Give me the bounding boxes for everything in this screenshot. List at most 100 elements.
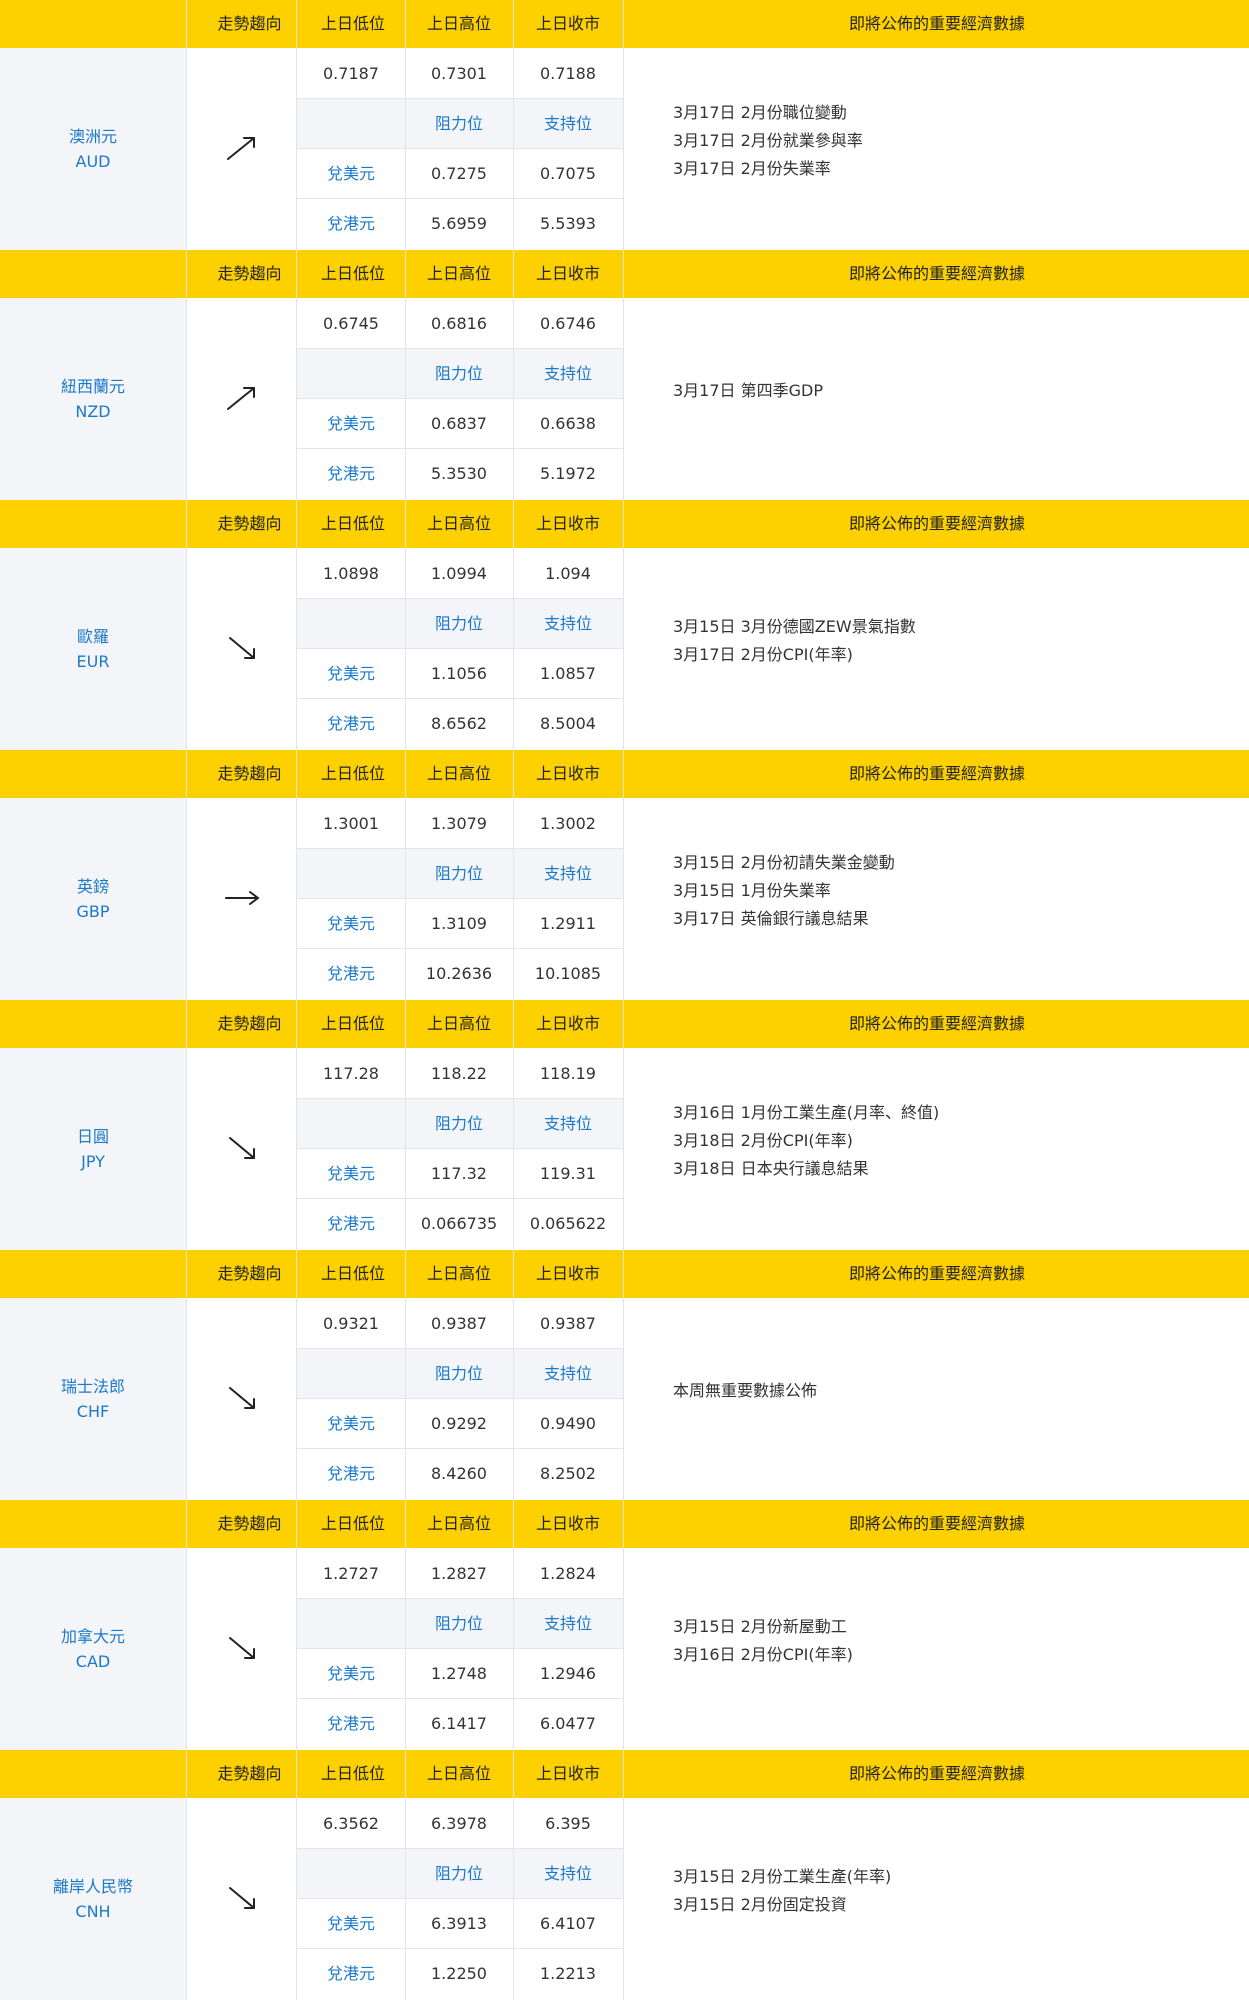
prev-high-value: 1.0994 xyxy=(431,564,487,583)
prev-close-value: 1.2824 xyxy=(540,1564,596,1583)
header-prev-low: 上日低位 xyxy=(320,264,385,283)
currency-code: JPY xyxy=(81,1152,105,1171)
header-trend: 走勢趨向 xyxy=(217,764,282,783)
column-divider xyxy=(296,0,297,250)
prev-high-value: 118.22 xyxy=(431,1064,487,1083)
economic-event: 3月17日 英倫銀行議息結果 xyxy=(673,909,869,928)
usd-support-value: 119.31 xyxy=(540,1164,596,1183)
column-divider xyxy=(513,500,514,750)
column-divider xyxy=(513,750,514,1000)
resistance-label: 阻力位 xyxy=(405,1349,513,1398)
column-divider xyxy=(405,1500,406,1750)
column-divider xyxy=(186,250,187,500)
prev-high-value: 6.3978 xyxy=(431,1814,487,1833)
vs-hkd-label: 兌港元 xyxy=(326,1714,375,1733)
currency-table: 走勢趨向 上日低位 上日高位 上日收市 即將公佈的重要經濟數據 澳洲元 AUD … xyxy=(0,0,1249,2000)
hkd-support-value: 1.2213 xyxy=(540,1964,596,1983)
header-economic-data: 即將公佈的重要經濟數據 xyxy=(848,1514,1025,1533)
vs-hkd-label: 兌港元 xyxy=(326,964,375,983)
resistance-label: 阻力位 xyxy=(405,99,513,148)
resistance-label: 阻力位 xyxy=(405,849,513,898)
trend-up-arrow-icon xyxy=(227,137,255,160)
economic-event: 3月15日 1月份失業率 xyxy=(673,881,831,900)
column-divider xyxy=(405,1250,406,1500)
economic-events-list: 3月15日 2月份初請失業金變動 3月15日 1月份失業率 3月17日 英倫銀行議息… xyxy=(673,849,895,933)
usd-resistance-value: 0.7275 xyxy=(431,164,487,183)
header-economic-data: 即將公佈的重要經濟數據 xyxy=(848,514,1025,533)
currency-name-cell: 瑞士法郎 CHF xyxy=(0,1298,186,1500)
vs-usd-label: 兌美元 xyxy=(326,664,375,683)
vs-usd-label: 兌美元 xyxy=(326,1914,375,1933)
header-prev-close: 上日收市 xyxy=(535,1014,600,1033)
hkd-support-value: 8.5004 xyxy=(540,714,596,733)
header-economic-data: 即將公佈的重要經濟數據 xyxy=(848,14,1025,33)
trend-down-arrow-icon xyxy=(229,1637,255,1659)
currency-code: CAD xyxy=(75,1652,111,1671)
column-divider xyxy=(513,1750,514,2000)
column-divider xyxy=(405,0,406,250)
prev-high-value: 0.6816 xyxy=(431,314,487,333)
column-divider xyxy=(623,750,624,1000)
header-prev-low: 上日低位 xyxy=(320,1014,385,1033)
header-prev-low: 上日低位 xyxy=(320,1764,385,1783)
header-prev-high: 上日高位 xyxy=(426,1764,491,1783)
currency-block-eur: 走勢趨向 上日低位 上日高位 上日收市 即將公佈的重要經濟數據 歐羅 EUR 1… xyxy=(0,500,1249,750)
header-trend: 走勢趨向 xyxy=(217,1264,282,1283)
economic-events-cell: 3月15日 2月份工業生產(年率) 3月15日 2月份固定投資 xyxy=(673,1798,1233,2000)
prev-close-value: 118.19 xyxy=(540,1064,596,1083)
header-prev-low: 上日低位 xyxy=(320,1264,385,1283)
currency-name-cell: 澳洲元 AUD xyxy=(0,48,186,250)
column-divider xyxy=(623,1250,624,1500)
economic-events-cell: 3月17日 2月份職位變動 3月17日 2月份就業參與率 3月17日 2月份失業率 xyxy=(673,48,1233,250)
economic-event: 3月15日 2月份新屋動工 xyxy=(673,1617,847,1636)
currency-block-nzd: 走勢趨向 上日低位 上日高位 上日收市 即將公佈的重要經濟數據 紐西蘭元 NZD… xyxy=(0,250,1249,500)
currency-name-cell: 離岸人民幣 CNH xyxy=(0,1798,186,2000)
hkd-resistance-value: 10.2636 xyxy=(425,964,493,983)
header-prev-close: 上日收市 xyxy=(535,514,600,533)
column-divider xyxy=(513,1250,514,1500)
header-prev-high: 上日高位 xyxy=(426,14,491,33)
header-prev-close: 上日收市 xyxy=(535,1764,600,1783)
hkd-support-value: 8.2502 xyxy=(540,1464,596,1483)
economic-events-cell: 3月16日 1月份工業生產(月率、終值) 3月18日 2月份CPI(年率) 3月18… xyxy=(673,1048,1233,1250)
hkd-resistance-value: 1.2250 xyxy=(431,1964,487,1983)
trend-cell xyxy=(187,1798,297,2000)
currency-block-gbp: 走勢趨向 上日低位 上日高位 上日收市 即將公佈的重要經濟數據 英鎊 GBP 1… xyxy=(0,750,1249,1000)
prev-low-value: 0.9321 xyxy=(323,1314,379,1333)
usd-resistance-value: 1.1056 xyxy=(431,664,487,683)
prev-close-value: 1.094 xyxy=(545,564,591,583)
currency-name-cell: 日圓 JPY xyxy=(0,1048,186,1250)
support-label: 支持位 xyxy=(513,849,623,898)
usd-resistance-value: 117.32 xyxy=(431,1164,487,1183)
currency-block-cnh: 走勢趨向 上日低位 上日高位 上日收市 即將公佈的重要經濟數據 離岸人民幣 CN… xyxy=(0,1750,1249,2000)
economic-event: 3月18日 2月份CPI(年率) xyxy=(673,1131,853,1150)
column-divider xyxy=(296,1000,297,1250)
prev-close-value: 1.3002 xyxy=(540,814,596,833)
trend-down-arrow-icon xyxy=(229,1137,255,1159)
column-divider xyxy=(623,1750,624,2000)
currency-code: CNH xyxy=(75,1902,111,1921)
economic-event: 3月17日 2月份失業率 xyxy=(673,159,831,178)
trend-flat-arrow-icon xyxy=(225,891,259,905)
currency-name: 日圓 xyxy=(76,1127,109,1146)
column-divider xyxy=(186,1750,187,2000)
support-label: 支持位 xyxy=(513,599,623,648)
header-prev-high: 上日高位 xyxy=(426,264,491,283)
economic-event: 3月17日 2月份職位變動 xyxy=(673,103,847,122)
usd-support-value: 0.9490 xyxy=(540,1414,596,1433)
economic-event: 3月18日 日本央行議息結果 xyxy=(673,1159,869,1178)
currency-name: 紐西蘭元 xyxy=(60,377,125,396)
vs-hkd-label: 兌港元 xyxy=(326,714,375,733)
header-trend: 走勢趨向 xyxy=(217,1514,282,1533)
prev-close-value: 6.395 xyxy=(545,1814,591,1833)
vs-hkd-label: 兌港元 xyxy=(326,1964,375,1983)
header-prev-low: 上日低位 xyxy=(320,514,385,533)
vs-hkd-label: 兌港元 xyxy=(326,1214,375,1233)
currency-block-jpy: 走勢趨向 上日低位 上日高位 上日收市 即將公佈的重要經濟數據 日圓 JPY 1… xyxy=(0,1000,1249,1250)
hkd-support-value: 5.1972 xyxy=(540,464,596,483)
column-divider xyxy=(405,500,406,750)
column-divider xyxy=(186,500,187,750)
header-trend: 走勢趨向 xyxy=(217,514,282,533)
economic-events-cell: 3月17日 第四季GDP xyxy=(673,298,1233,500)
support-label: 支持位 xyxy=(513,1349,623,1398)
